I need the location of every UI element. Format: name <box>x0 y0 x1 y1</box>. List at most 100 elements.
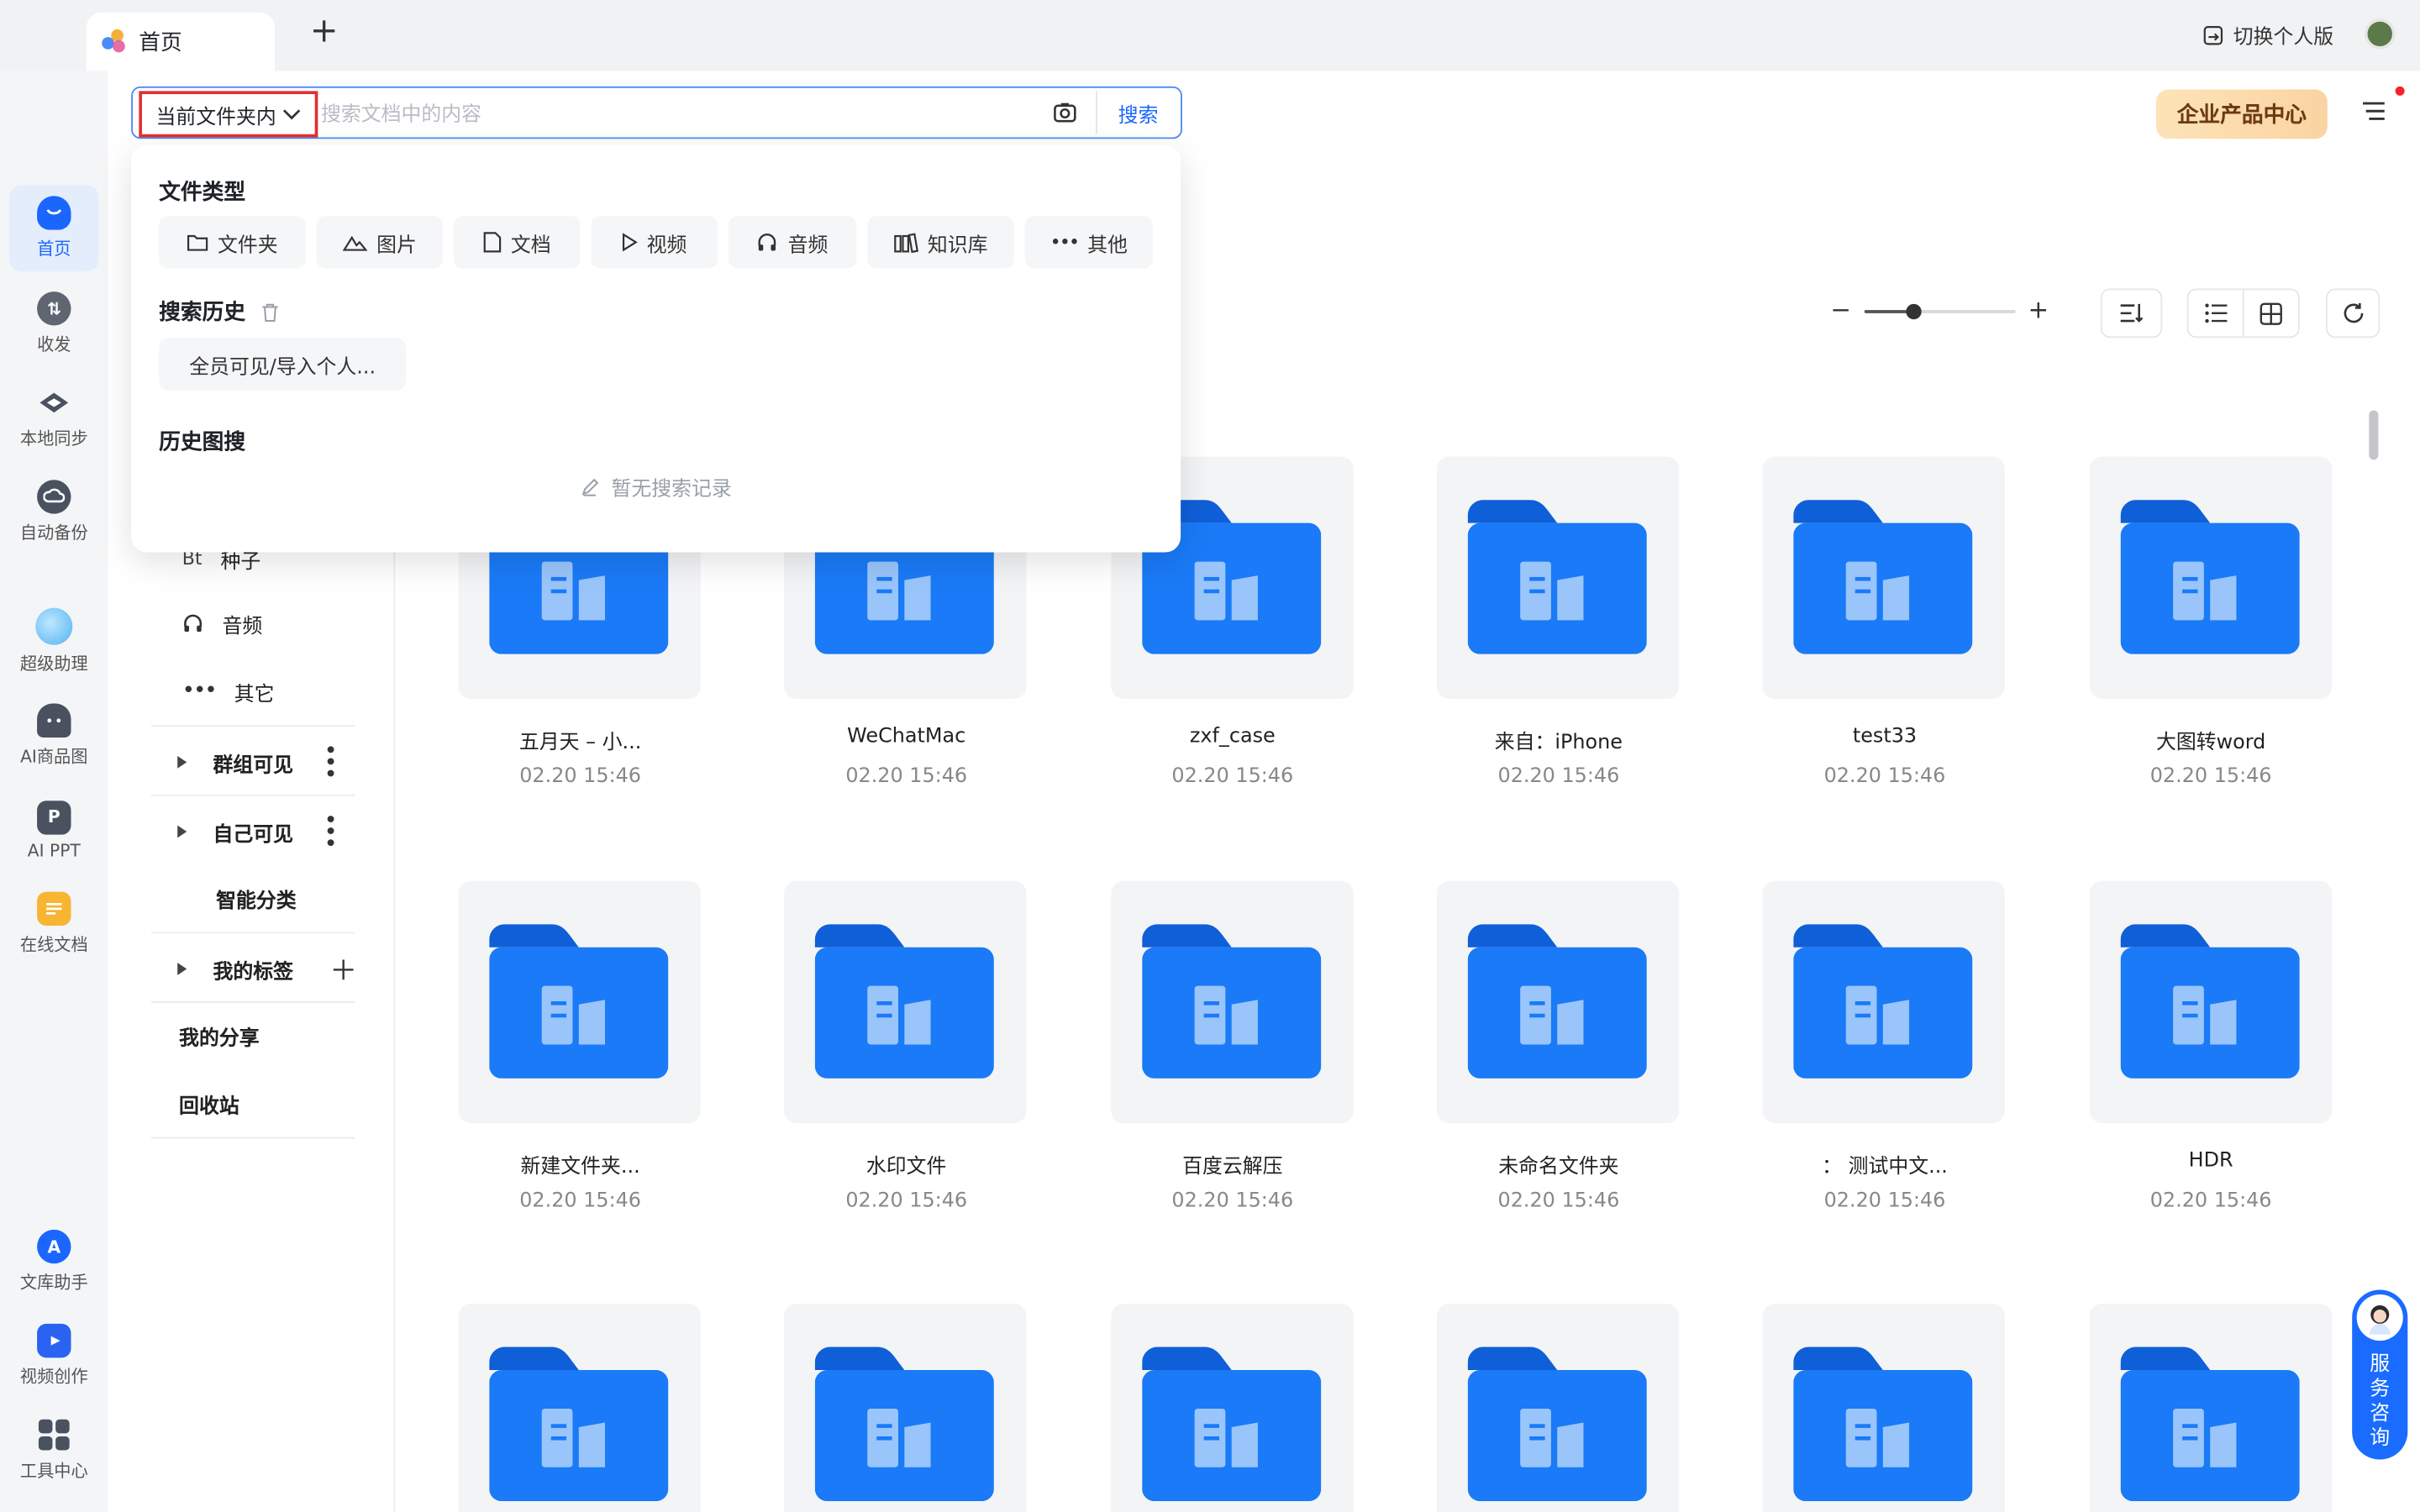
rail-item-ai-product[interactable]: AI商品图 <box>9 693 99 780</box>
refresh-button[interactable] <box>2325 288 2381 339</box>
folder-card[interactable] <box>1436 1304 1681 1512</box>
folder-card[interactable]: 水印文件 02.20 15:46 <box>784 879 1028 1212</box>
camera-icon[interactable] <box>1053 100 1077 124</box>
rail-item-online-doc[interactable]: 在线文档 <box>9 881 99 968</box>
folder-thumbnail[interactable] <box>1762 456 2006 700</box>
search-history-item[interactable]: 全员可见/导入个人... <box>159 338 407 391</box>
grid-view-button[interactable] <box>2242 290 2298 337</box>
folder-name[interactable]: test33 <box>1763 725 2007 748</box>
filter-chip-image[interactable]: 图片 <box>316 216 444 269</box>
folder-thumbnail[interactable] <box>784 1304 1027 1512</box>
tree-item-audio[interactable]: 音频 <box>133 592 380 654</box>
folder-name[interactable]: 大图转word <box>2089 725 2333 755</box>
tree-item-self-visible[interactable]: 自己可见 ••• <box>133 801 380 862</box>
folder-card[interactable] <box>458 1304 702 1512</box>
folder-thumbnail[interactable] <box>1110 879 1354 1123</box>
service-consult-button[interactable]: 服务咨询 <box>2352 1289 2408 1460</box>
folder-thumbnail[interactable] <box>1436 879 1680 1123</box>
filter-chip-document[interactable]: 文档 <box>454 216 581 269</box>
folder-card[interactable] <box>2089 1304 2333 1512</box>
folder-name[interactable]: 五月天 – 小... <box>459 725 702 755</box>
rail-item-ai-ppt[interactable]: P AI PPT <box>9 787 99 874</box>
folder-name[interactable]: 水印文件 <box>785 1148 1028 1179</box>
rail-label: 超级助理 <box>19 654 88 675</box>
folder-card[interactable]: 来自：iPhone 02.20 15:46 <box>1436 456 1681 789</box>
scrollbar[interactable] <box>2369 410 2379 460</box>
folder-name[interactable]: 新建文件夹... <box>459 1148 702 1179</box>
rail-item-transfer[interactable]: ⇅ 收发 <box>9 281 99 367</box>
list-view-button[interactable] <box>2188 290 2242 336</box>
filter-chip-video[interactable]: 视频 <box>591 216 718 269</box>
folder-thumbnail[interactable] <box>784 879 1027 1123</box>
rail-item-video-create[interactable]: 视频创作 <box>9 1313 99 1399</box>
tree-item-recycle[interactable]: 回收站 <box>133 1073 380 1134</box>
folder-card[interactable]: 新建文件夹... 02.20 15:46 <box>458 879 702 1212</box>
notification-dot <box>2395 86 2405 96</box>
folder-card[interactable]: 未命名文件夹 02.20 15:46 <box>1436 879 1681 1212</box>
folder-card[interactable] <box>1762 1304 2007 1512</box>
menu-icon[interactable] <box>2359 96 2390 127</box>
chip-label: 视频 <box>646 234 687 257</box>
sort-button[interactable] <box>2100 288 2163 339</box>
more-vertical-icon[interactable]: ••• <box>319 814 341 849</box>
tree-item-other[interactable]: ••• 其它 <box>133 660 380 722</box>
folder-name[interactable]: 来自：iPhone <box>1437 725 1681 755</box>
folder-thumbnail[interactable] <box>1110 1304 1354 1512</box>
rail-item-tools[interactable]: 工具中心 <box>9 1407 99 1494</box>
user-avatar[interactable] <box>2364 18 2396 50</box>
folder-name[interactable]: zxf_case <box>1111 725 1355 748</box>
folder-thumbnail[interactable] <box>458 1304 701 1512</box>
filter-chip-knowledge-base[interactable]: 知识库 <box>867 216 1014 269</box>
zoom-slider[interactable]: − + <box>1830 296 2052 328</box>
tree-item-my-share[interactable]: 我的分享 <box>133 1005 380 1066</box>
folder-icon <box>187 234 208 251</box>
folder-name[interactable]: HDR <box>2089 1148 2333 1172</box>
folder-name[interactable]: 未命名文件夹 <box>1437 1148 1681 1179</box>
filter-chip-other[interactable]: ••• 其他 <box>1024 216 1154 269</box>
folder-card[interactable]: HDR 02.20 15:46 <box>2089 879 2333 1212</box>
rail-item-library[interactable]: A 文库助手 <box>9 1219 99 1305</box>
folder-thumbnail[interactable] <box>1762 1304 2006 1512</box>
more-vertical-icon[interactable]: ••• <box>319 744 341 780</box>
folder-thumbnail[interactable] <box>1436 1304 1680 1512</box>
folder-card[interactable] <box>784 1304 1028 1512</box>
library-icon: A <box>37 1229 71 1264</box>
new-tab-button[interactable]: + <box>306 14 343 52</box>
folder-name[interactable]: ： 测试中文... <box>1763 1148 2007 1179</box>
rail-item-home[interactable]: 首页 <box>9 185 99 272</box>
search-input[interactable] <box>321 94 1031 134</box>
zoom-in-icon[interactable]: + <box>2028 296 2049 324</box>
rail-item-sync[interactable]: 本地同步 <box>9 375 99 461</box>
switch-personal-button[interactable]: 切换个人版 <box>2202 20 2333 50</box>
folder-card[interactable] <box>1110 1304 1355 1512</box>
filter-chip-audio[interactable]: 音频 <box>728 216 857 269</box>
enterprise-center-button[interactable]: 企业产品中心 <box>2155 89 2328 139</box>
zoom-out-icon[interactable]: − <box>1830 296 1851 324</box>
search-button[interactable]: 搜索 <box>1096 91 1179 134</box>
tree-item-my-tags[interactable]: 我的标签 <box>133 938 380 1000</box>
folder-name[interactable]: 百度云解压 <box>1111 1148 1355 1179</box>
folder-thumbnail[interactable] <box>458 879 701 1123</box>
chip-label: 知识库 <box>927 234 988 257</box>
folder-card[interactable]: 大图转word 02.20 15:46 <box>2089 456 2333 789</box>
folder-thumbnail[interactable] <box>1762 879 2006 1123</box>
folder-thumbnail[interactable] <box>2089 456 2332 700</box>
zoom-handle[interactable] <box>1906 303 1923 320</box>
folder-card[interactable]: 百度云解压 02.20 15:46 <box>1110 879 1355 1212</box>
folder-card[interactable]: test33 02.20 15:46 <box>1762 456 2007 789</box>
tab-home[interactable]: 首页 <box>86 12 275 71</box>
tree-item-smart-category[interactable]: 智能分类 <box>133 867 380 928</box>
rail-item-backup[interactable]: 自动备份 <box>9 469 99 555</box>
folder-thumbnail[interactable] <box>1436 456 1680 700</box>
filter-chip-folder[interactable]: 文件夹 <box>159 216 306 269</box>
folder-thumbnail[interactable] <box>2089 879 2332 1123</box>
folder-thumbnail[interactable] <box>2089 1304 2332 1512</box>
search-scope-dropdown[interactable]: 当前文件夹内 <box>139 91 318 138</box>
folder-name[interactable]: WeChatMac <box>785 725 1028 748</box>
tree-item-group-visible[interactable]: 群组可见 ••• <box>133 732 380 793</box>
add-tag-icon[interactable] <box>333 958 354 979</box>
folder-card[interactable]: ： 测试中文... 02.20 15:46 <box>1762 879 2007 1212</box>
folder-icon <box>489 1347 669 1502</box>
trash-icon[interactable] <box>260 302 279 322</box>
rail-item-assistant[interactable]: 超级助理 <box>9 599 99 685</box>
